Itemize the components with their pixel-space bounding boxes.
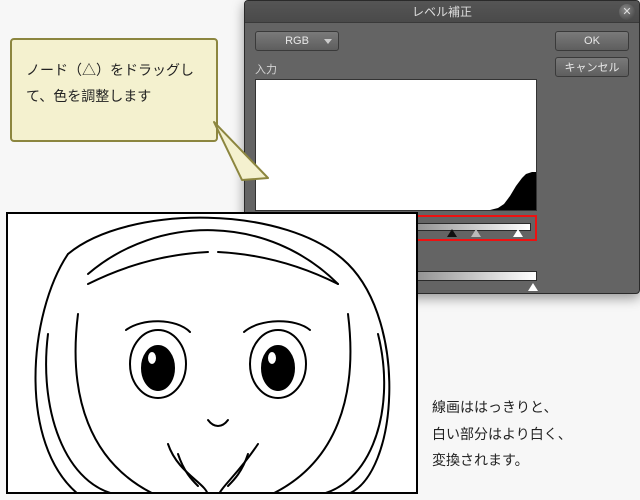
dialog-buttons: OK キャンセル: [555, 31, 629, 77]
ok-button-label: OK: [584, 35, 600, 47]
callout-text: ノード（△）をドラッグして、色を調整します: [26, 62, 194, 104]
cancel-button[interactable]: キャンセル: [555, 57, 629, 77]
input-midtone-handle[interactable]: [471, 229, 481, 237]
note-line-1: 線画ははっきりと、: [432, 394, 632, 421]
channel-select[interactable]: RGB: [255, 31, 339, 51]
input-histogram: [255, 79, 537, 211]
explanation-note: 線画ははっきりと、 白い部分はより白く、 変換されます。: [432, 394, 632, 474]
dialog-titlebar[interactable]: レベル補正 ✕: [245, 1, 639, 23]
lineart-illustration: [6, 212, 418, 494]
dialog-title: レベル補正: [412, 3, 472, 20]
input-white-point-handle[interactable]: [513, 229, 523, 237]
note-line-3: 変換されます。: [432, 447, 632, 474]
cancel-button-label: キャンセル: [565, 59, 620, 75]
channel-select-value: RGB: [285, 35, 309, 47]
output-white-point-handle[interactable]: [528, 283, 538, 291]
histogram-shape: [490, 172, 536, 210]
input-black-point-handle[interactable]: [447, 229, 457, 237]
chevron-down-icon: [324, 39, 332, 44]
callout-bubble: ノード（△）をドラッグして、色を調整します: [10, 38, 218, 142]
note-line-2: 白い部分はより白く、: [432, 421, 632, 448]
ok-button[interactable]: OK: [555, 31, 629, 51]
close-icon[interactable]: ✕: [619, 4, 635, 20]
